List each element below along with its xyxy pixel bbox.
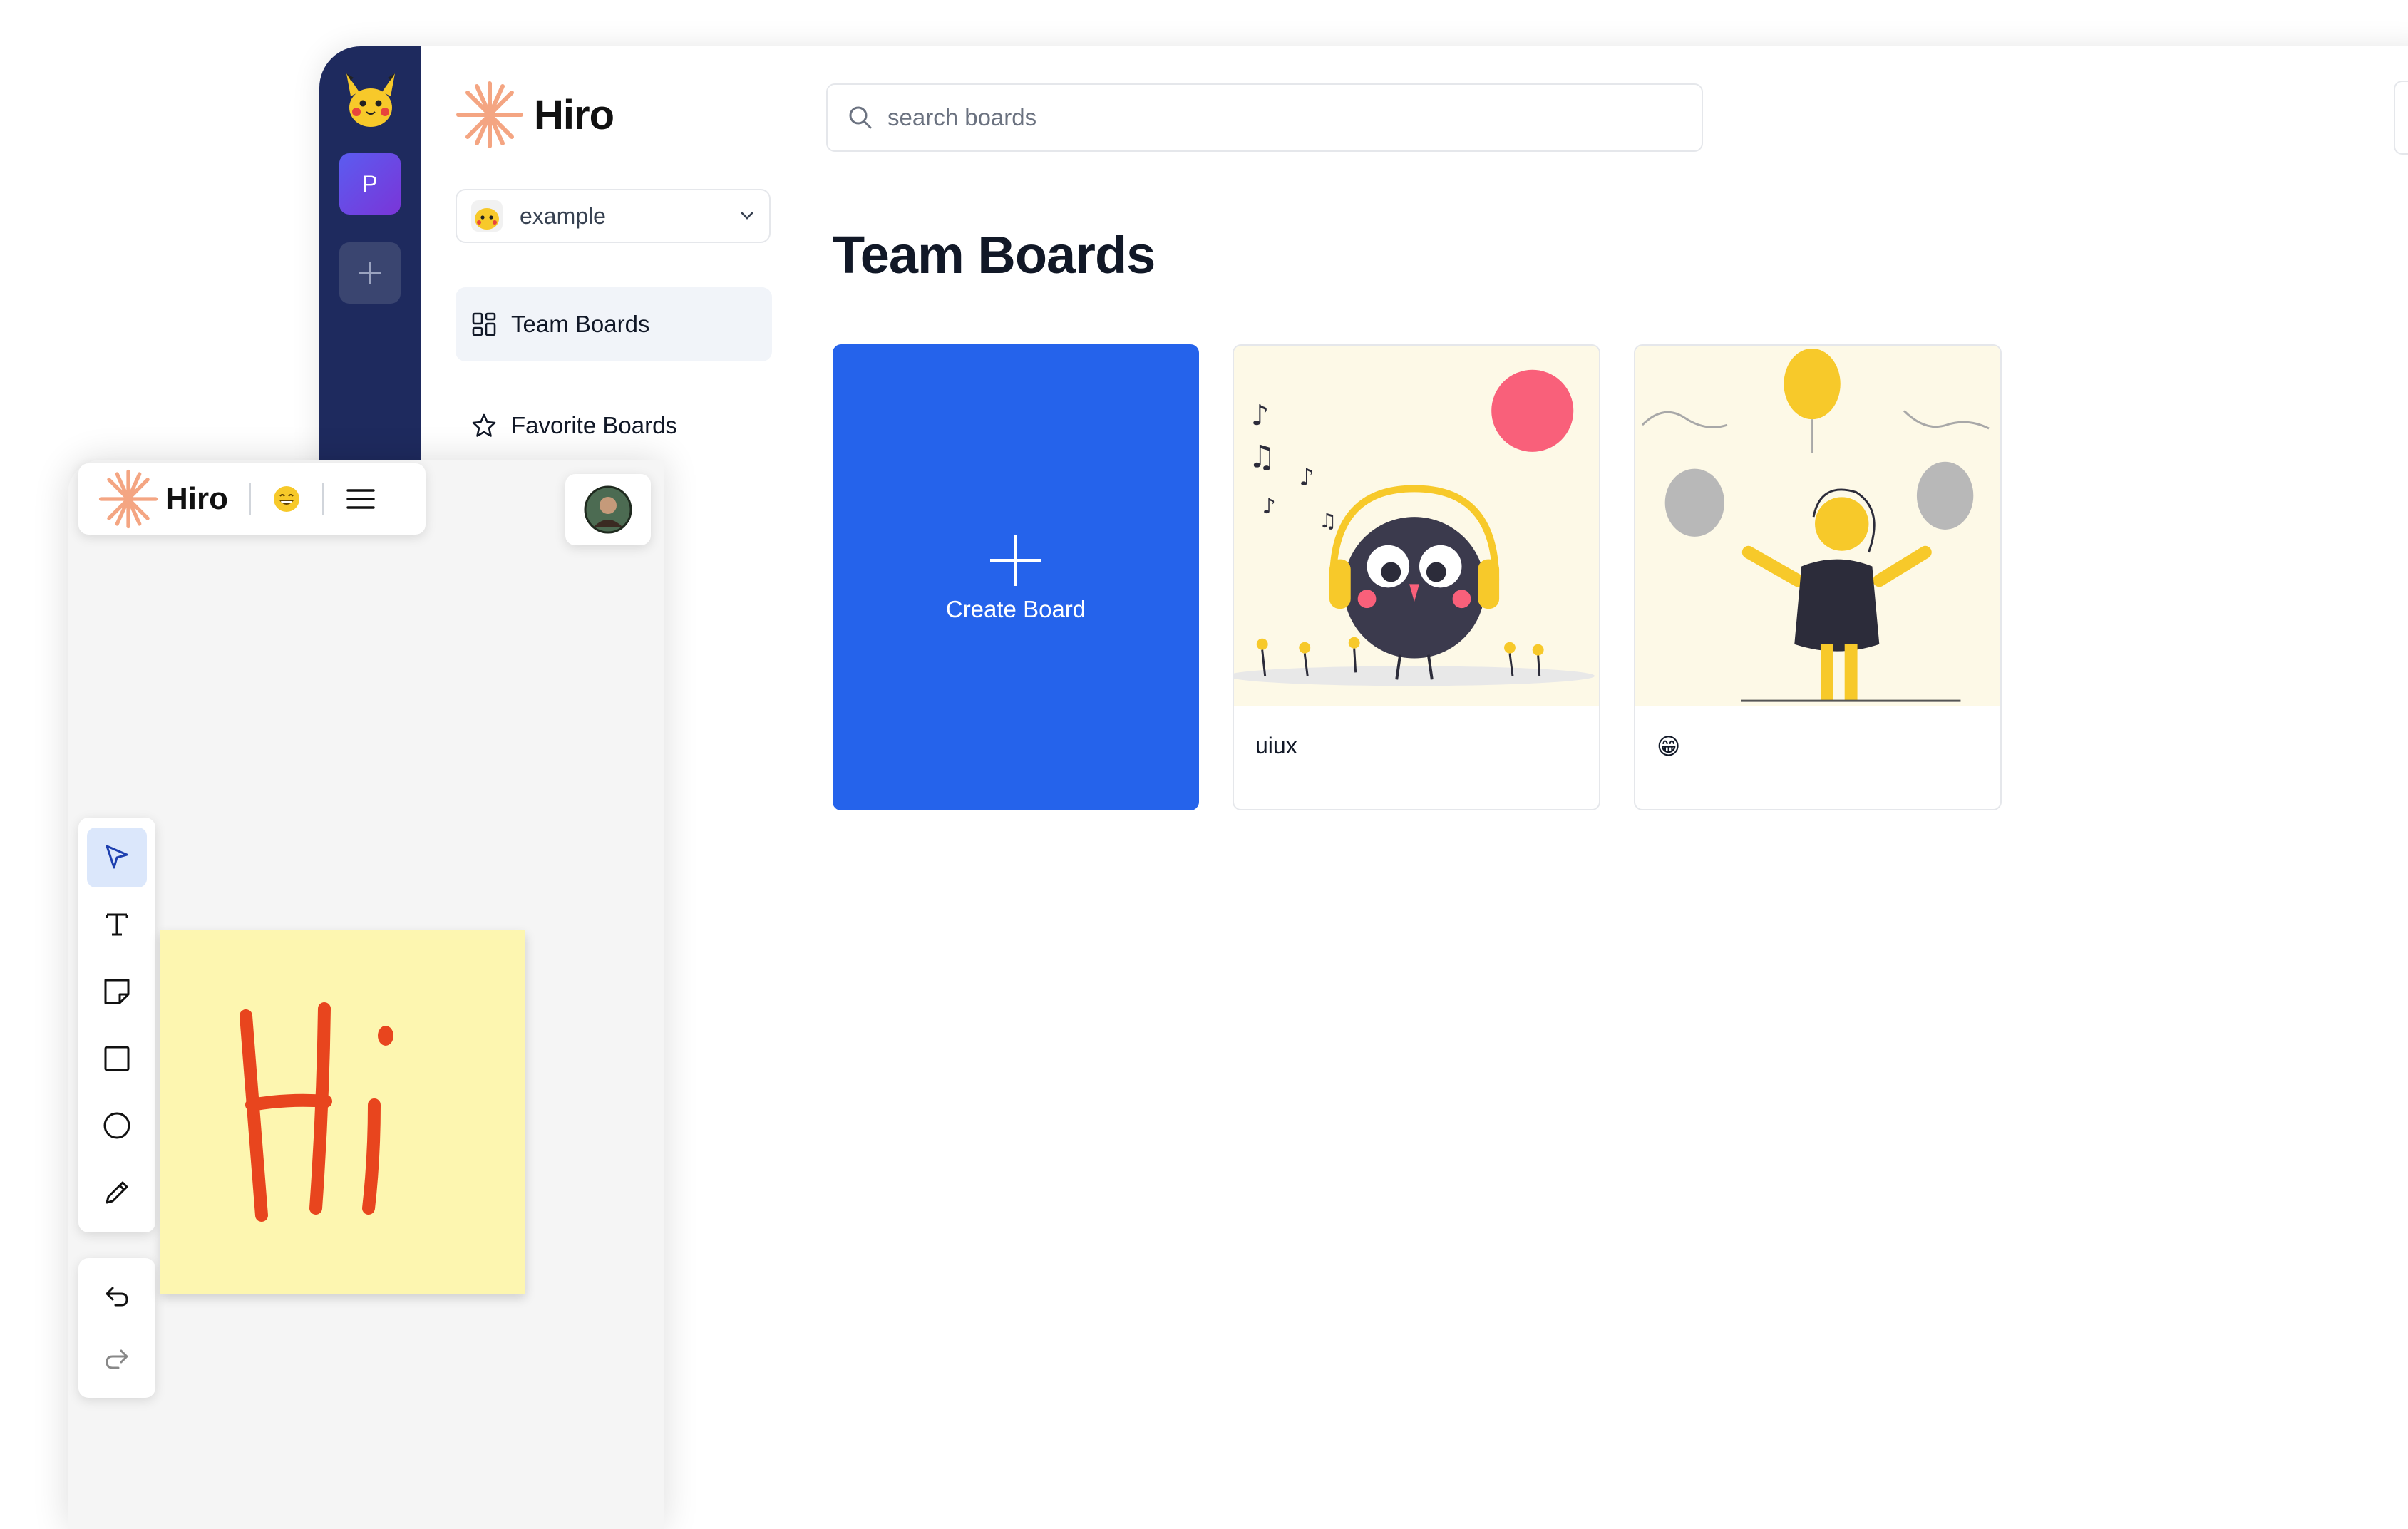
nav-label: Team Boards (511, 311, 650, 337)
board-editor-window: Hiro (68, 460, 664, 1529)
create-board-button[interactable]: Create Board (833, 344, 1199, 810)
redo-button[interactable] (87, 1329, 147, 1389)
board-emoji-icon[interactable] (272, 485, 301, 513)
drawing-toolbar (78, 818, 155, 1232)
brand-name: Hiro (534, 91, 614, 138)
undo-icon (106, 1287, 128, 1307)
user-avatar-button[interactable] (565, 474, 651, 545)
pikachu-logo-icon[interactable] (341, 71, 401, 130)
hamburger-menu-icon[interactable] (345, 483, 376, 515)
brand[interactable]: Hiro (456, 81, 614, 149)
star-icon (472, 413, 496, 437)
user-avatar (584, 485, 632, 534)
workspace-p-button[interactable]: P (339, 153, 401, 215)
divider (322, 483, 324, 515)
board-card-emoji[interactable]: 😁 (1634, 344, 2002, 810)
org-name: example (520, 202, 606, 229)
redo-icon (106, 1349, 128, 1369)
sticky-note-tool-button[interactable] (87, 962, 147, 1021)
create-board-label: Create Board (945, 596, 1086, 622)
chevron-down-icon (741, 212, 753, 220)
search-bar[interactable] (826, 83, 1703, 152)
rectangle-tool-button[interactable] (87, 1029, 147, 1088)
workspace-initial: P (362, 170, 378, 197)
bird-headphones-illustration: ♪ ♫ ♪ ♪ ♫ (1234, 346, 1599, 706)
svg-text:♫: ♫ (1248, 439, 1276, 475)
search-icon (849, 106, 872, 129)
page-title: Team Boards (833, 225, 1156, 284)
board-name: uiux (1255, 733, 1297, 758)
hiro-star-icon (456, 81, 523, 148)
editor-brand-name: Hiro (165, 481, 228, 516)
plus-icon (359, 262, 381, 284)
text-tool-icon (106, 913, 128, 936)
top-right-button[interactable] (2394, 81, 2408, 155)
balloon-person-illustration (1635, 346, 2000, 706)
sticky-note[interactable] (160, 930, 525, 1294)
svg-text:♪: ♪ (1262, 494, 1276, 519)
select-tool-button[interactable] (87, 828, 147, 887)
svg-text:♪: ♪ (1251, 399, 1269, 432)
hiro-star-icon[interactable] (98, 469, 158, 529)
history-toolbar (78, 1258, 155, 1398)
grid-icon (472, 312, 496, 336)
nav-label: Favorite Boards (511, 412, 677, 438)
add-workspace-button[interactable] (339, 242, 401, 304)
pencil-tool-button[interactable] (87, 1163, 147, 1222)
pencil-tool-icon (106, 1181, 128, 1204)
svg-text:♫: ♫ (1319, 509, 1337, 532)
undo-button[interactable] (87, 1267, 147, 1327)
hi-drawing (240, 1002, 393, 1222)
rectangle-tool-icon (104, 1046, 130, 1071)
select-tool-icon (106, 845, 128, 869)
org-avatar-icon (471, 200, 503, 232)
sticky-note-tool-icon (104, 979, 130, 1004)
nav-team-boards[interactable]: Team Boards (456, 287, 772, 361)
org-select[interactable]: example (456, 189, 771, 243)
editor-topbar: Hiro (78, 463, 426, 535)
nav-favorite-boards[interactable]: Favorite Boards (456, 388, 772, 463)
search-input[interactable] (886, 103, 1530, 132)
text-tool-button[interactable] (87, 895, 147, 954)
divider (249, 483, 251, 515)
circle-tool-icon (103, 1112, 130, 1139)
board-name: 😁 (1657, 733, 1681, 759)
circle-tool-button[interactable] (87, 1096, 147, 1155)
board-card-uiux[interactable]: ♪ ♫ ♪ ♪ ♫ uiux (1233, 344, 1600, 810)
svg-text:♪: ♪ (1299, 463, 1314, 490)
plus-icon (990, 535, 1041, 586)
